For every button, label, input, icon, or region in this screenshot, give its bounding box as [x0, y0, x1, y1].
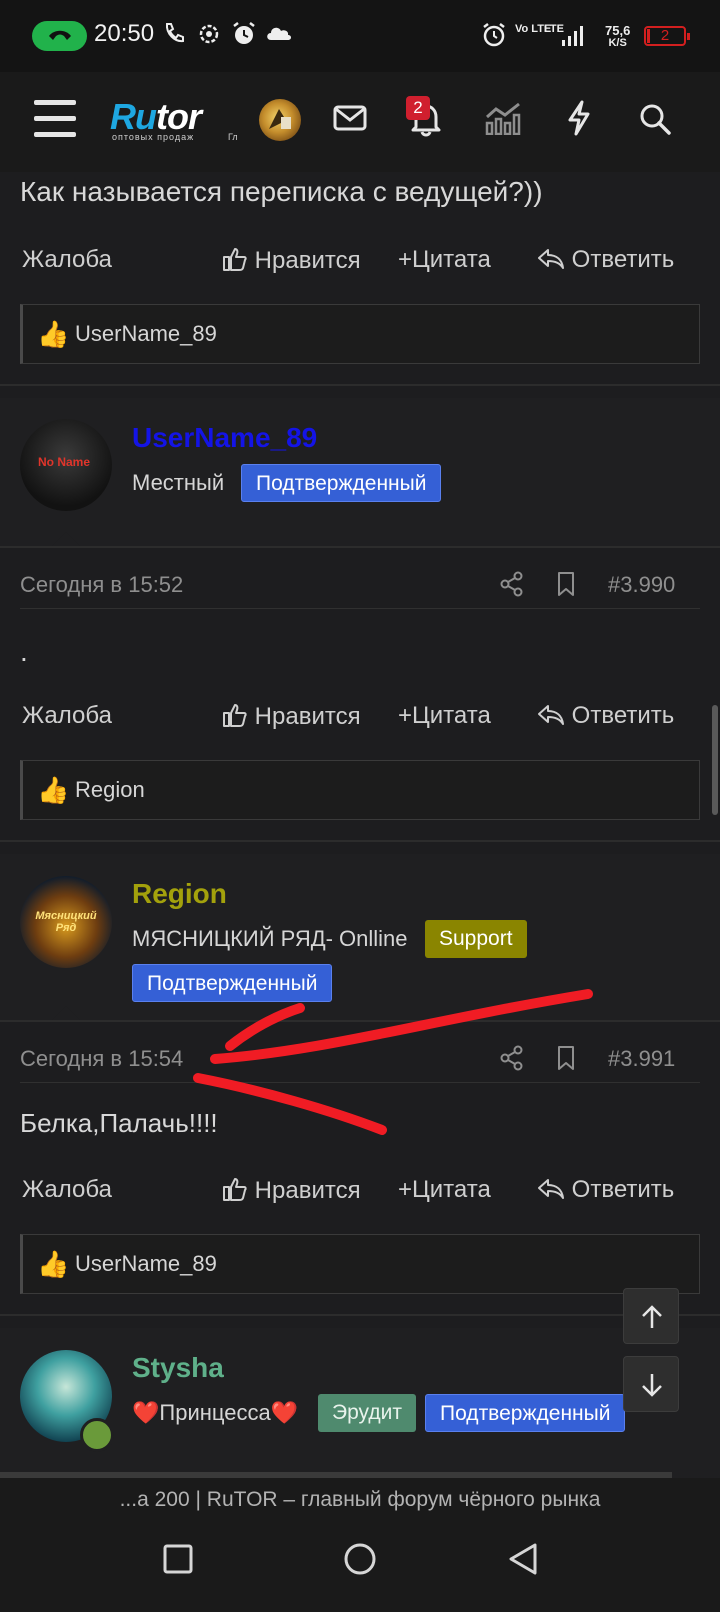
vpn-gear-icon — [199, 24, 219, 44]
plus-icon: + — [398, 246, 413, 273]
reactions-bar[interactable]: 👍 UserName_89 — [20, 1234, 700, 1294]
thumbs-up-icon — [222, 703, 255, 730]
red-annotation-arrow — [193, 989, 593, 1135]
reply-button[interactable]: Ответить — [537, 702, 674, 730]
logo-subtitle-2: Гл — [228, 132, 238, 142]
confirmed-badge: Подтвержденный — [425, 1394, 626, 1432]
ongoing-call-indicator[interactable] — [32, 21, 87, 51]
home-icon[interactable] — [343, 1542, 377, 1576]
signal-icon — [562, 26, 583, 46]
system-navbar — [0, 1522, 720, 1612]
cloud-icon — [267, 27, 291, 40]
scroll-up-button[interactable] — [623, 1288, 679, 1344]
back-icon[interactable] — [507, 1542, 539, 1576]
search-icon[interactable] — [638, 102, 672, 136]
plus-icon: + — [398, 702, 413, 729]
recents-icon[interactable] — [163, 1544, 193, 1574]
user-avatar[interactable]: No Name — [20, 419, 112, 511]
post-date[interactable]: Сегодня в 15:52 — [20, 572, 183, 598]
quote-label: Цитата — [412, 246, 491, 273]
post-text: Как называется переписка с ведущей?)) — [20, 176, 543, 207]
post-divider — [0, 546, 720, 548]
post-divider — [0, 1314, 720, 1316]
thumbs-up-emoji-icon: 👍 — [37, 319, 70, 349]
reply-arrow-icon — [537, 702, 572, 729]
like-button[interactable]: Нравится — [222, 246, 361, 275]
call-icon — [165, 23, 184, 43]
report-link[interactable]: Жалоба — [22, 246, 112, 274]
user-avatar[interactable]: Мясницкий Ряд — [20, 876, 112, 968]
support-badge: Support — [425, 920, 527, 958]
username-link[interactable]: Stysha — [132, 1352, 224, 1384]
notification-count-badge: 2 — [406, 96, 430, 120]
username-link[interactable]: Region — [132, 878, 227, 910]
alarm-icon — [233, 22, 255, 44]
confirmed-badge: Подтвержденный — [241, 464, 442, 502]
thumbs-up-emoji-icon: 👍 — [37, 775, 70, 805]
quote-button[interactable]: +Цитата — [398, 246, 491, 274]
post-text: . — [20, 636, 28, 667]
thumbs-up-icon — [222, 247, 255, 274]
meta-divider — [20, 608, 700, 609]
quote-button[interactable]: +Цитата — [398, 702, 491, 730]
username-link[interactable]: UserName_89 — [132, 422, 317, 454]
thumbs-up-emoji-icon: 👍 — [37, 1249, 70, 1279]
quote-label: Цитата — [412, 1176, 491, 1203]
plus-icon: + — [398, 1176, 413, 1203]
reply-label: Ответить — [571, 246, 675, 273]
reply-label: Ответить — [571, 1176, 675, 1203]
like-button[interactable]: Нравится — [222, 1176, 361, 1205]
phone-icon — [49, 30, 71, 40]
chart-icon[interactable] — [484, 101, 522, 135]
reaction-user[interactable]: UserName_89 — [75, 1251, 217, 1277]
like-button[interactable]: Нравится — [222, 702, 361, 731]
reaction-user[interactable]: UserName_89 — [75, 321, 217, 347]
quote-label: Цитата — [412, 702, 491, 729]
thumbs-up-icon — [222, 1177, 255, 1204]
post-number[interactable]: #3.990 — [608, 572, 675, 598]
user-title: ❤️Принцесса❤️ — [132, 1400, 299, 1425]
reaction-user[interactable]: Region — [75, 777, 145, 803]
erudite-badge: Эрудит — [318, 1394, 416, 1432]
scroll-down-button[interactable] — [623, 1356, 679, 1412]
user-title: Местный — [132, 470, 225, 495]
report-link[interactable]: Жалоба — [22, 1176, 112, 1204]
reply-arrow-icon — [537, 1176, 572, 1203]
avatar-caption: Мясницкий Ряд — [35, 910, 97, 934]
mail-icon[interactable] — [333, 103, 367, 133]
bookmark-icon[interactable] — [556, 571, 576, 597]
reply-button[interactable]: Ответить — [537, 246, 674, 274]
reply-button[interactable]: Ответить — [537, 1176, 674, 1204]
alarm-icon-right — [483, 23, 505, 47]
current-user-avatar[interactable] — [259, 99, 301, 141]
like-label: Нравится — [254, 1177, 361, 1204]
clock: 20:50 — [94, 20, 155, 47]
reactions-bar[interactable]: 👍 Region — [20, 760, 700, 820]
net-speed: 75,6 K/S — [605, 23, 631, 49]
share-icon[interactable] — [500, 571, 524, 597]
report-link[interactable]: Жалоба — [22, 702, 112, 730]
reply-label: Ответить — [571, 702, 675, 729]
like-label: Нравится — [254, 247, 361, 274]
like-label: Нравится — [254, 703, 361, 730]
user-title: МЯСНИЦКИЙ РЯД- Onlline — [132, 926, 408, 951]
quote-button[interactable]: +Цитата — [398, 1176, 491, 1204]
battery-indicator: 2 — [644, 26, 690, 46]
avatar-caption: No Name — [38, 455, 91, 469]
post-divider — [0, 840, 720, 842]
reactions-bar[interactable]: 👍 UserName_89 — [20, 304, 700, 364]
lightning-icon[interactable] — [566, 100, 592, 136]
page-title-bar: ...а 200 | RuTOR – главный форум чёрного… — [0, 1478, 720, 1522]
arrow-down-icon — [642, 1374, 662, 1397]
logo-subtitle: оптовых продаж — [112, 132, 195, 142]
arrow-up-icon — [642, 1305, 662, 1328]
reply-arrow-icon — [537, 246, 572, 273]
online-status-icon — [80, 1418, 114, 1452]
page-scrollbar[interactable] — [712, 705, 718, 815]
post-divider — [0, 384, 720, 386]
